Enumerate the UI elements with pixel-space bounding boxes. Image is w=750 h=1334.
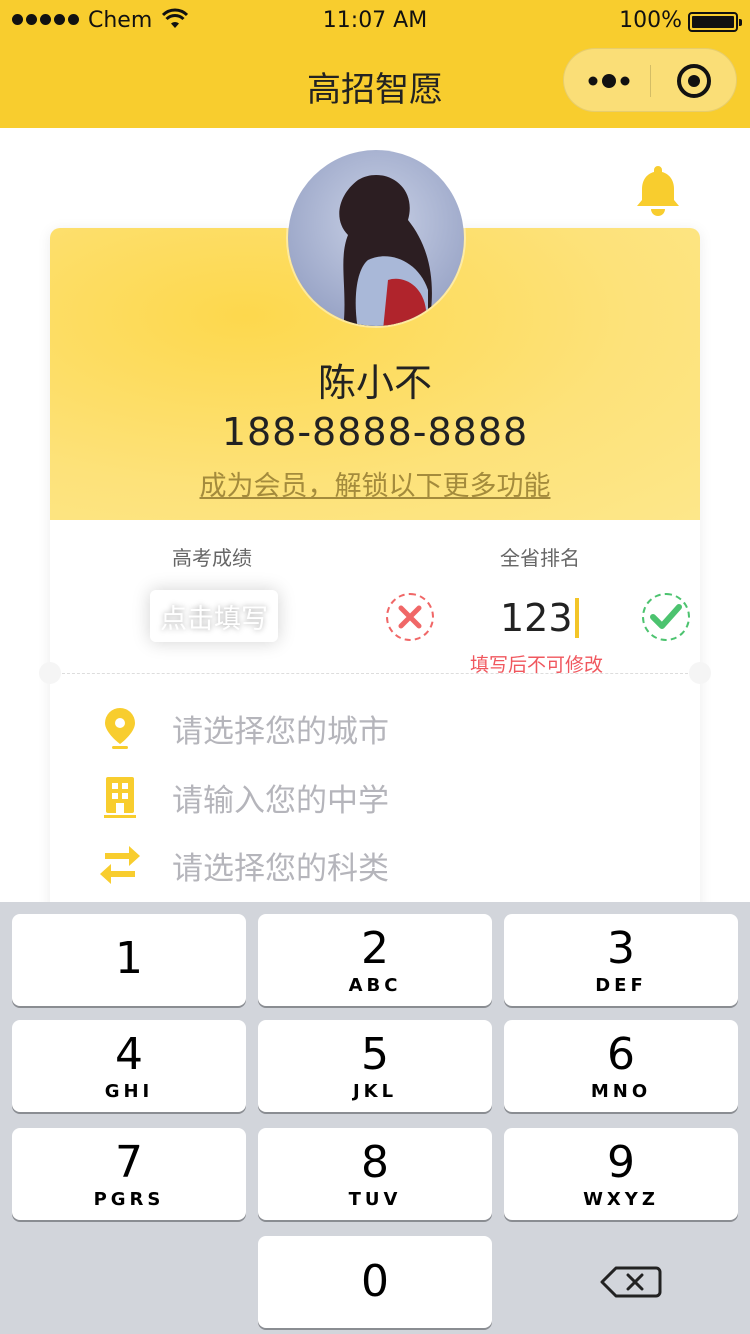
key-0[interactable]: 0: [258, 1236, 492, 1328]
cancel-button[interactable]: [386, 593, 434, 641]
select-city-text: 请选择您的城市: [172, 713, 389, 750]
text-caret: [574, 598, 579, 638]
key-digit: 9: [607, 1136, 635, 1188]
close-icon: [398, 605, 422, 629]
key-3[interactable]: 3 DEF: [504, 914, 738, 1006]
key-1[interactable]: 1: [12, 914, 246, 1006]
key-digit: 0: [361, 1256, 389, 1307]
key-8[interactable]: 8 TUV: [258, 1128, 492, 1220]
enter-school-text: 请输入您的中学: [172, 782, 389, 819]
key-letters: TUV: [348, 1188, 402, 1210]
key-7[interactable]: 7 PGRS: [12, 1128, 246, 1220]
battery-percent: 100%: [619, 8, 682, 33]
key-digit: 7: [115, 1136, 143, 1188]
key-letters: DEF: [595, 974, 647, 996]
rank-value: 123: [500, 596, 573, 640]
card-notch-right: [689, 662, 711, 684]
key-digit: 2: [361, 922, 389, 974]
key-digit: 5: [361, 1028, 389, 1080]
key-digit: 3: [607, 922, 635, 974]
key-letters: ABC: [348, 974, 402, 996]
top-bar: Chem 11:07 AM 100% 高招智愿: [0, 0, 750, 128]
avatar-image: [288, 150, 464, 326]
key-digit: 4: [115, 1028, 143, 1080]
status-bar: Chem 11:07 AM 100%: [0, 0, 750, 40]
key-4[interactable]: 4 GHI: [12, 1020, 246, 1112]
key-letters: PGRS: [93, 1188, 165, 1210]
location-pin-icon: [98, 706, 142, 750]
more-options-icon[interactable]: [564, 49, 650, 113]
key-9[interactable]: 9 WXYZ: [504, 1128, 738, 1220]
score-input[interactable]: 点击填写: [150, 590, 278, 642]
select-subject-text: 请选择您的科类: [172, 850, 389, 887]
close-mini-program-icon[interactable]: [652, 49, 738, 113]
rank-input[interactable]: 123: [500, 596, 579, 640]
swap-arrows-icon: [98, 843, 142, 887]
capsule-divider: [650, 65, 651, 97]
key-letters: MNO: [590, 1080, 652, 1102]
select-subject-row[interactable]: 请选择您的科类: [98, 841, 389, 889]
notification-bell-icon[interactable]: [630, 162, 686, 218]
select-city-row[interactable]: 请选择您的城市: [98, 704, 389, 752]
profile-card: [50, 228, 700, 928]
key-6[interactable]: 6 MNO: [504, 1020, 738, 1112]
backspace-icon[interactable]: [586, 1262, 666, 1302]
key-5[interactable]: 5 JKL: [258, 1020, 492, 1112]
confirm-button[interactable]: [642, 593, 690, 641]
battery-icon: [688, 12, 742, 32]
card-divider: [62, 673, 688, 674]
key-2[interactable]: 2 ABC: [258, 914, 492, 1006]
key-letters: JKL: [352, 1080, 398, 1102]
user-phone: 188-8888-8888: [221, 410, 529, 454]
key-letters: WXYZ: [583, 1188, 659, 1210]
key-digit: 8: [361, 1136, 389, 1188]
key-letters: GHI: [104, 1080, 154, 1102]
enter-school-row[interactable]: 请输入您的中学: [98, 773, 389, 821]
score-label: 高考成绩: [172, 546, 252, 570]
become-member-link[interactable]: 成为会员，解锁以下更多功能: [0, 464, 750, 503]
card-notch-left: [39, 662, 61, 684]
building-icon: [98, 775, 142, 819]
key-digit: 6: [607, 1028, 635, 1080]
avatar[interactable]: [286, 148, 466, 328]
user-name: 陈小不: [317, 361, 432, 405]
key-digit: 1: [115, 933, 143, 984]
rank-label: 全省排名: [500, 546, 580, 570]
checkmark-icon: [650, 604, 682, 629]
mini-program-capsule: [563, 48, 737, 112]
